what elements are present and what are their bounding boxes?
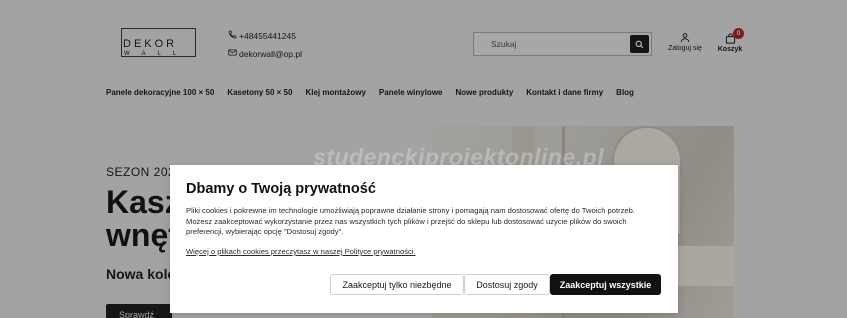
nav-item-contact[interactable]: Kontakt i dane firmy (526, 88, 603, 97)
nav-item-blog[interactable]: Blog (616, 88, 634, 97)
nav-item-coffers[interactable]: Kasetony 50 × 50 (227, 88, 292, 97)
phone-number: +48455441245 (239, 30, 296, 41)
email-address: dekorwall@op.pl (239, 48, 302, 59)
hero-cta-button[interactable]: Sprawdź (106, 304, 172, 318)
search-bar[interactable]: Szukaj (473, 32, 652, 56)
watermark: studenckiprojektonline.pl (313, 144, 605, 170)
phone-icon (228, 30, 237, 41)
privacy-policy-link[interactable]: Więcej o plikach cookies przeczytasz w n… (186, 247, 416, 256)
cart-label: Koszyk (717, 46, 743, 53)
search-icon (635, 40, 644, 48)
mail-icon (228, 48, 237, 59)
nav-item-decorative-panels[interactable]: Panele dekoracyjne 100 × 50 (106, 88, 214, 97)
login-label: Zaloguj się (668, 45, 702, 52)
customize-consent-button[interactable]: Dostosuj zgody (464, 274, 550, 295)
logo[interactable]: DEKOR WALL (121, 28, 196, 57)
cookie-consent-dialog: Dbamy o Twoją prywatność Pliki cookies i… (170, 165, 678, 313)
nav-item-new-products[interactable]: Nowe produkty (455, 88, 513, 97)
accept-all-button[interactable]: Zaakceptuj wszystkie (550, 274, 661, 295)
email-contact[interactable]: dekorwall@op.pl (228, 48, 302, 59)
nav-item-vinyl-panels[interactable]: Panele winylowe (379, 88, 443, 97)
logo-subtext: WALL (124, 51, 189, 57)
search-button[interactable] (630, 35, 649, 53)
phone-contact[interactable]: +48455441245 (228, 30, 296, 41)
main-nav: Panele dekoracyjne 100 × 50 Kasetony 50 … (106, 88, 647, 97)
nav-item-glue[interactable]: Klej montażowy (305, 88, 365, 97)
cookie-title: Dbamy o Twoją prywatność (186, 181, 376, 197)
accept-necessary-button[interactable]: Zaakceptuj tylko niezbędne (330, 274, 464, 295)
login-link[interactable]: Zaloguj się (665, 32, 705, 52)
cart-count-badge: 0 (733, 28, 744, 39)
cart-link[interactable]: 0 Koszyk (715, 28, 745, 53)
cookie-description: Pliki cookies i pokrewne im technologie … (186, 206, 635, 236)
user-icon (680, 33, 690, 43)
hero-subtitle: Nowa kole (106, 266, 176, 282)
search-input[interactable]: Szukaj (491, 39, 517, 49)
logo-text: DEKOR (123, 38, 178, 50)
